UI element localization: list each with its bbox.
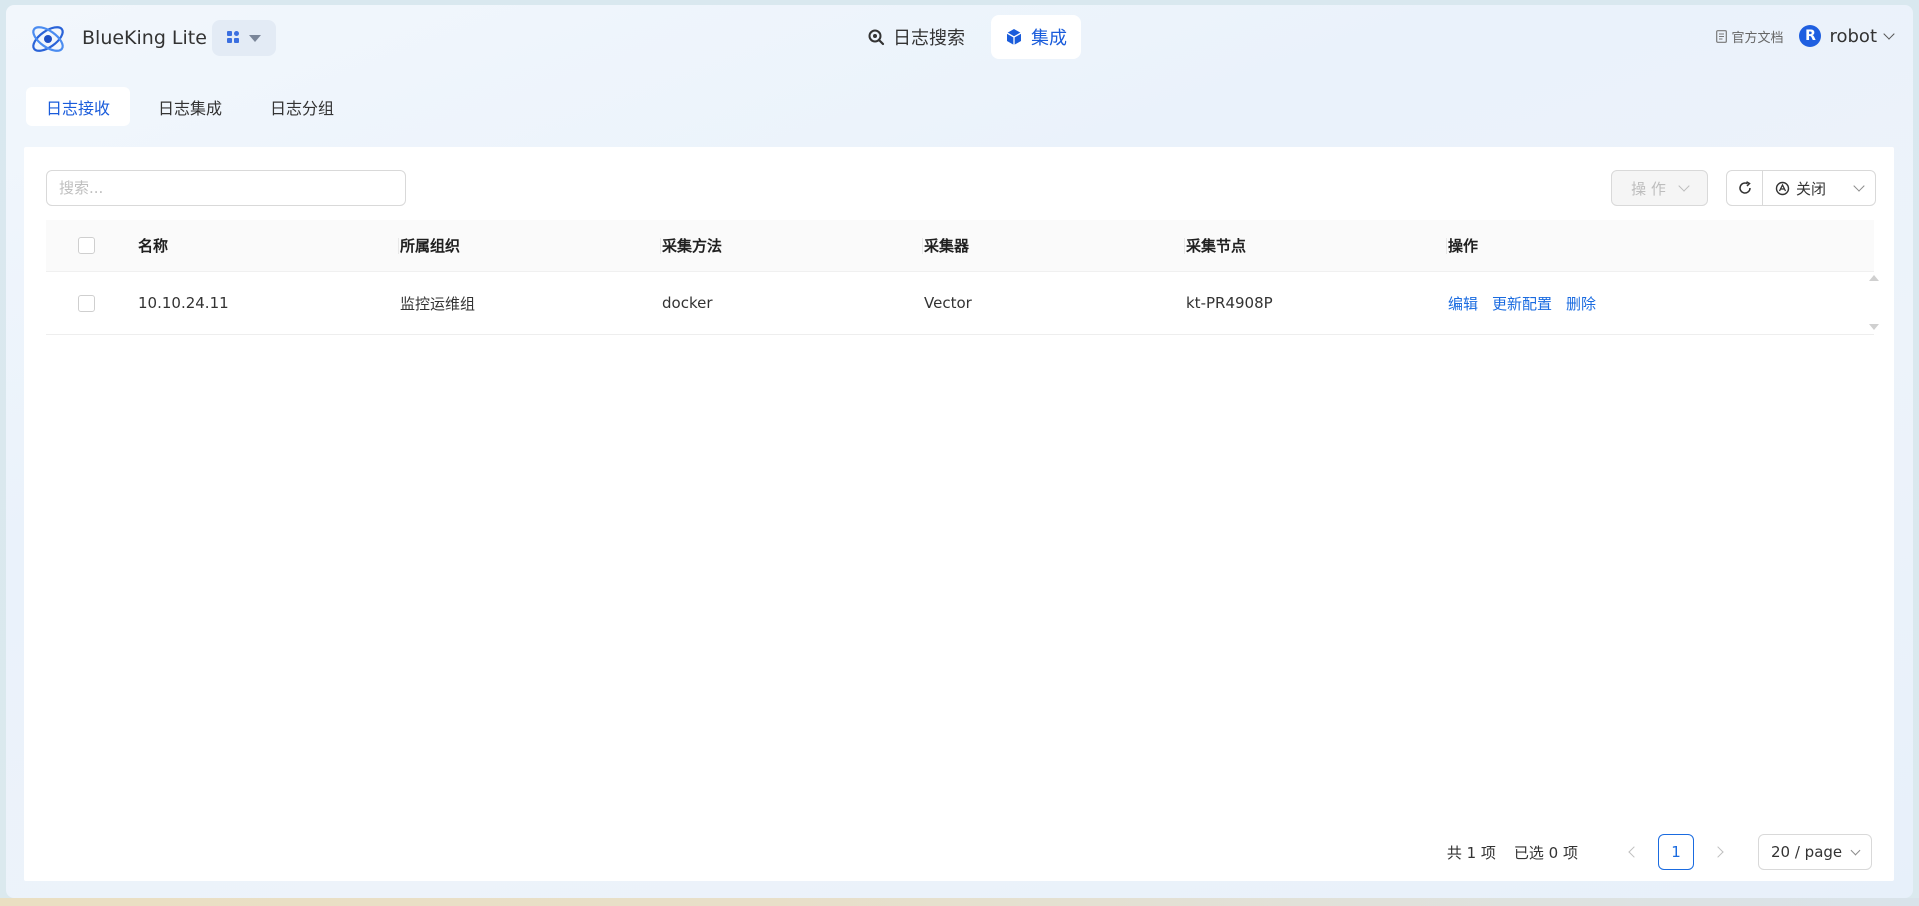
- chevron-right-icon: [1712, 846, 1724, 858]
- main-nav: 日志搜索 集成: [853, 15, 1081, 59]
- select-all-checkbox[interactable]: [77, 237, 95, 254]
- cell-node: kt-PR4908P: [1186, 294, 1273, 312]
- refresh-controls: 关闭: [1726, 170, 1876, 206]
- selected-count: 已选 0 项: [1513, 843, 1578, 862]
- app-title: BlueKing Lite: [82, 27, 207, 49]
- auto-refresh-select[interactable]: 关闭: [1763, 171, 1875, 205]
- chevron-down-icon: [1850, 845, 1861, 855]
- edit-link[interactable]: 编辑: [1448, 293, 1478, 314]
- top-header: BlueKing Lite 日志搜索 集成 官方文档 R robot: [6, 5, 1913, 73]
- nav-item-label: 日志搜索: [893, 28, 965, 49]
- avatar: R: [1799, 25, 1822, 47]
- next-page-button[interactable]: [1702, 834, 1738, 870]
- tab-log-receive[interactable]: 日志接收: [26, 87, 131, 126]
- prev-page-button[interactable]: [1614, 834, 1650, 870]
- page-size-value: 20 / page: [1771, 843, 1843, 861]
- chevron-left-icon: [1628, 846, 1640, 858]
- update-config-link[interactable]: 更新配置: [1492, 293, 1552, 314]
- scroll-down-arrow-icon[interactable]: [1869, 324, 1879, 330]
- batch-operation-dropdown[interactable]: 操 作: [1611, 170, 1708, 206]
- refresh-icon: [1738, 181, 1751, 194]
- search-icon: [868, 29, 885, 46]
- app-switcher-button[interactable]: [212, 20, 276, 56]
- column-header-actions[interactable]: 操作: [1446, 220, 1748, 271]
- tab-log-integration[interactable]: 日志集成: [138, 87, 242, 126]
- document-icon: [1716, 29, 1728, 43]
- caret-down-icon: [249, 34, 261, 42]
- taskbar-edge: [0, 898, 1919, 906]
- batch-operation-label: 操 作: [1631, 179, 1666, 198]
- page-size-select[interactable]: 20 / page: [1758, 834, 1872, 870]
- column-header-name[interactable]: 名称: [138, 220, 400, 271]
- nav-item-log-search[interactable]: 日志搜索: [853, 15, 979, 59]
- chevron-down-icon: [1853, 180, 1865, 192]
- cell-name: 10.10.24.11: [138, 294, 229, 312]
- user-name: robot: [1829, 25, 1877, 47]
- header-right: 官方文档 R robot: [1716, 25, 1895, 47]
- app-window: BlueKing Lite 日志搜索 集成 官方文档 R robot 日志接收 …: [6, 5, 1913, 898]
- app-grid-icon: [227, 31, 241, 45]
- cell-actions: 编辑 更新配置 删除: [1448, 272, 1748, 334]
- tab-log-group[interactable]: 日志分组: [250, 87, 354, 126]
- cube-icon: [1006, 29, 1022, 45]
- column-header-org[interactable]: 所属组织: [398, 220, 662, 271]
- subtabs: 日志接收 日志集成 日志分组: [26, 87, 354, 126]
- scroll-up-arrow-icon[interactable]: [1869, 275, 1879, 281]
- content-panel: 操 作 关闭: [24, 147, 1894, 881]
- page-number-button[interactable]: 1: [1658, 834, 1694, 870]
- search-input[interactable]: [46, 170, 406, 206]
- row-checkbox-cell: [46, 272, 138, 334]
- cell-collector: Vector: [924, 294, 972, 312]
- user-menu[interactable]: R robot: [1799, 25, 1895, 47]
- docs-link[interactable]: 官方文档: [1716, 27, 1783, 46]
- column-header-collector[interactable]: 采集器: [922, 220, 1186, 271]
- table-row: 10.10.24.11 监控运维组 docker Vector kt-PR490…: [46, 272, 1874, 335]
- chevron-down-icon: [1678, 180, 1690, 192]
- nav-item-label: 集成: [1031, 28, 1067, 49]
- total-count: 共 1 项: [1446, 843, 1496, 862]
- column-header-method[interactable]: 采集方法: [660, 220, 924, 271]
- docs-label: 官方文档: [1731, 30, 1784, 46]
- auto-refresh-value: 关闭: [1796, 179, 1827, 198]
- data-table: 名称 所属组织 采集方法 采集器 采集节点 操作 10.10.24.11 监控运…: [46, 220, 1874, 335]
- cell-org: 监控运维组: [400, 294, 476, 313]
- delete-link[interactable]: 删除: [1566, 293, 1596, 314]
- chevron-down-icon: [1883, 28, 1895, 40]
- refresh-button[interactable]: [1727, 171, 1763, 205]
- blueking-logo-icon[interactable]: [28, 19, 68, 59]
- header-checkbox-cell: [46, 220, 138, 271]
- table-header: 名称 所属组织 采集方法 采集器 采集节点 操作: [46, 220, 1874, 272]
- cell-method: docker: [662, 294, 713, 312]
- auto-refresh-icon: [1775, 181, 1790, 195]
- nav-item-integration[interactable]: 集成: [991, 15, 1081, 59]
- column-header-node[interactable]: 采集节点: [1184, 220, 1448, 271]
- row-checkbox[interactable]: [77, 294, 95, 312]
- pagination: 共 1 项 已选 0 项 1 20 / page: [1447, 834, 1872, 870]
